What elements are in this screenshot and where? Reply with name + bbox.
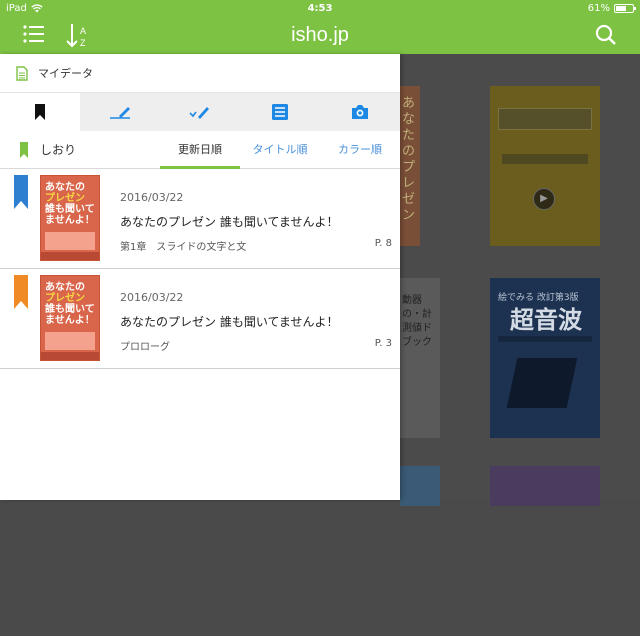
bookmark-ribbon-icon [20,141,28,158]
tab-notes[interactable] [80,93,160,131]
thumbnail-illustration [45,332,95,350]
bookmark-date: 2016/03/22 [120,191,184,204]
book-cover-text: 動器の・計測値ドブック [402,295,432,348]
bookmark-page: P. 8 [374,238,392,249]
bookmark-book-title: あなたのプレゼン 誰も聞いてませんよ！ [120,215,339,229]
bookmark-ribbon-icon [14,175,28,209]
book-cover-text: あなたのプレゼン [402,96,416,223]
search-icon [595,24,616,45]
app-title: isho.jp [291,24,349,46]
highlighter-icon [189,107,209,119]
battery-icon [614,3,636,13]
sort-by-date[interactable]: 更新日順 [160,131,240,169]
book-cover[interactable]: ▶ [490,86,600,246]
bookmark-list-item[interactable]: あなたの プレゼン 誰も聞いて ませんよ！ 2016/03/22 あなたのプレゼ… [0,269,400,369]
bookmark-date: 2016/03/22 [120,291,184,304]
thumbnail-title: あなたの プレゼン 誰も聞いて ませんよ！ [45,282,95,326]
sort-by-title[interactable]: タイトル順 [240,131,320,169]
document-icon [16,65,28,81]
book-cover-art [506,358,578,408]
book-thumbnail: あなたの プレゼン 誰も聞いて ませんよ！ [40,175,100,261]
camera-icon [352,105,368,119]
tab-bookmarks[interactable] [0,93,80,131]
bookmark-icon [35,104,45,120]
book-cover-band [498,336,592,342]
book-cover-band [498,108,592,130]
book-cover-title: 超音波 [510,306,582,334]
list-icon [272,104,288,120]
book-cover[interactable]: 動器の・計測値ドブック [400,278,440,438]
tab-photos[interactable] [320,93,400,131]
bookmark-chapter: 第1章 スライドの文字と文 [120,242,247,253]
status-bar: iPad 4:53 61% [0,0,640,16]
bookmark-list-item[interactable]: あなたの プレゼン 誰も聞いて ませんよ！ 2016/03/22 あなたのプレゼ… [0,169,400,269]
pencil-icon [110,107,130,119]
shelf-row: 動器の・計測値ドブック 絵でみる 改訂第3版 超音波 [400,278,640,448]
top-navbar: A Z isho.jp [0,16,640,54]
shelf-row: あなたのプレゼン ▶ [400,86,640,256]
panel-tabs [0,93,400,131]
clock: 4:53 [307,2,333,14]
panel-title: マイデータ [38,67,93,80]
search-button[interactable] [594,23,620,47]
thumbnail-illustration [45,232,95,250]
tab-list[interactable] [240,93,320,131]
bookmark-page: P. 3 [374,338,392,349]
thumbnail-footer [41,352,99,360]
book-cover[interactable]: あなたのプレゼン [400,86,420,246]
tab-highlights[interactable] [160,93,240,131]
shelf-row [400,466,640,636]
bookmarks-label: しおり [40,143,77,157]
thumbnail-title: あなたの プレゼン 誰も聞いて ませんよ！ [45,182,95,226]
thumbnail-footer [41,252,99,260]
sort-tabs: 更新日順 タイトル順 カラー順 [160,131,400,169]
sort-by-color[interactable]: カラー順 [320,131,400,169]
bookmarks-subheader: しおり 更新日順 タイトル順 カラー順 [0,131,400,169]
bookshelf-background: あなたのプレゼン ▶ 動器の・計測値ドブック 絵でみる 改訂第3版 超音波 [400,54,640,506]
my-data-panel: マイデータ しおり 更新日順 タイトル順 カラー順 あなたの プレゼン 誰も聞い… [0,54,400,500]
panel-header: マイデータ [0,54,400,93]
book-cover[interactable] [490,466,600,506]
bookmark-chapter: プロローグ [120,342,170,353]
bookmark-ribbon-icon [14,275,28,309]
bookmark-book-title: あなたのプレゼン 誰も聞いてませんよ！ [120,315,339,329]
book-cover[interactable]: 絵でみる 改訂第3版 超音波 [490,278,600,438]
book-cover-art [502,154,588,164]
play-icon: ▶ [533,188,555,210]
book-cover[interactable] [400,466,440,506]
book-thumbnail: あなたの プレゼン 誰も聞いて ませんよ！ [40,275,100,361]
